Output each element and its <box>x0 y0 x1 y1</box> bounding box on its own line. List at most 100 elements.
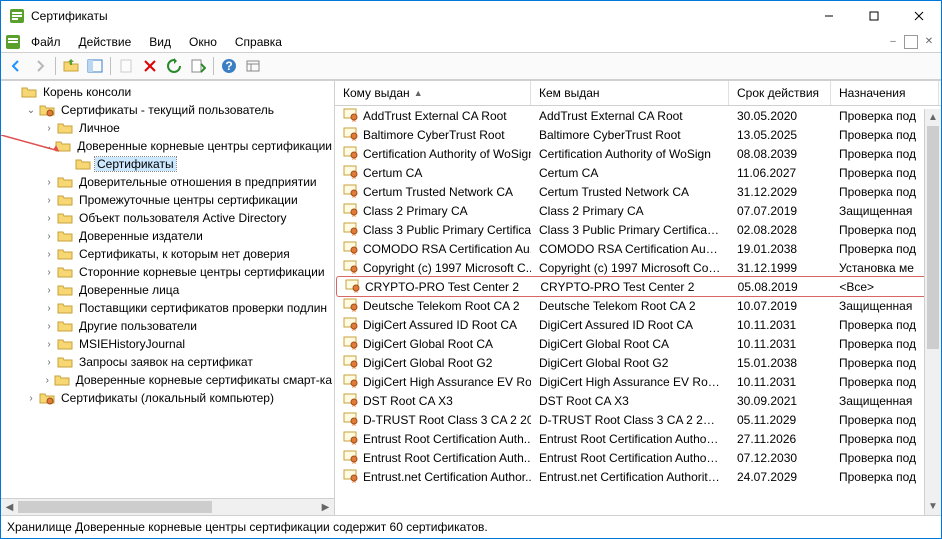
menu-action[interactable]: Действие <box>71 33 140 51</box>
tree-third-party[interactable]: ›Сторонние корневые центры сертификации <box>1 263 334 281</box>
cell-purposes: Проверка под <box>831 109 939 123</box>
tree-enterprise-trust[interactable]: ›Доверительные отношения в предприятии <box>1 173 334 191</box>
options-button[interactable] <box>242 55 264 77</box>
export-button[interactable] <box>187 55 209 77</box>
list-row[interactable]: Certification Authority of WoSignCertifi… <box>335 144 941 163</box>
cell-expires: 11.06.2027 <box>729 166 831 180</box>
cell-issued-by: Entrust Root Certification Authority <box>531 432 729 446</box>
tree-ad-user-obj[interactable]: ›Объект пользователя Active Directory <box>1 209 334 227</box>
list-row[interactable]: Class 3 Public Primary Certificat...Clas… <box>335 220 941 239</box>
close-button[interactable] <box>896 1 941 31</box>
expand-icon[interactable]: › <box>41 339 57 350</box>
scroll-thumb[interactable] <box>927 126 939 349</box>
expand-icon[interactable]: › <box>41 303 57 314</box>
tree-trusted-publishers[interactable]: ›Доверенные издатели <box>1 227 334 245</box>
back-button[interactable] <box>5 55 27 77</box>
list-row[interactable]: Certum CACertum CA11.06.2027Проверка под <box>335 163 941 182</box>
expand-icon[interactable]: ⌄ <box>23 105 39 116</box>
list-row[interactable]: Entrust Root Certification Auth...Entrus… <box>335 429 941 448</box>
expand-icon[interactable]: › <box>41 123 57 134</box>
list-row[interactable]: Entrust.net Certification Author...Entru… <box>335 467 941 486</box>
expand-icon[interactable]: ⌄ <box>41 141 55 152</box>
list-row[interactable]: Certum Trusted Network CACertum Trusted … <box>335 182 941 201</box>
col-issued-to[interactable]: Кому выдан▲ <box>335 81 531 105</box>
cert-icon <box>343 258 359 277</box>
help-button[interactable]: ? <box>218 55 240 77</box>
expand-icon[interactable]: › <box>41 375 54 386</box>
col-issued-by[interactable]: Кем выдан <box>531 81 729 105</box>
list-row[interactable]: Copyright (c) 1997 Microsoft C...Copyrig… <box>335 258 941 277</box>
list-row[interactable]: DigiCert High Assurance EV Ro...DigiCert… <box>335 372 941 391</box>
cert-icon <box>343 125 359 144</box>
expand-icon[interactable]: › <box>23 393 39 404</box>
scroll-down-icon[interactable]: ▼ <box>925 498 941 515</box>
menu-window[interactable]: Окно <box>181 33 225 51</box>
menu-file[interactable]: Файл <box>23 33 69 51</box>
tree-certs-local[interactable]: ›Сертификаты (локальный компьютер) <box>1 389 334 407</box>
expand-icon[interactable]: › <box>41 249 57 260</box>
cell-issued-to: D-TRUST Root Class 3 CA 2 2009 <box>363 413 531 427</box>
tree-personal[interactable]: ›Личное <box>1 119 334 137</box>
scroll-up-icon[interactable]: ▲ <box>925 109 941 126</box>
cell-expires: 15.01.2038 <box>729 356 831 370</box>
list-row[interactable]: DST Root CA X3DST Root CA X330.09.2021За… <box>335 391 941 410</box>
expand-icon[interactable]: › <box>41 321 57 332</box>
list-row[interactable]: DigiCert Assured ID Root CADigiCert Assu… <box>335 315 941 334</box>
list-row[interactable]: Class 2 Primary CAClass 2 Primary CA07.0… <box>335 201 941 220</box>
cell-issued-to: DigiCert Assured ID Root CA <box>363 318 517 332</box>
cell-issued-by: Deutsche Telekom Root CA 2 <box>531 299 729 313</box>
tree-horizontal-scrollbar[interactable]: ◀ ▶ <box>1 498 334 515</box>
show-hide-tree-button[interactable] <box>84 55 106 77</box>
expand-icon[interactable]: › <box>41 231 57 242</box>
mdi-minimize-button[interactable]: – <box>885 34 901 50</box>
cell-issued-to: Class 3 Public Primary Certificat... <box>363 223 531 237</box>
expand-icon[interactable]: › <box>41 285 57 296</box>
forward-button[interactable] <box>29 55 51 77</box>
col-purposes[interactable]: Назначения <box>831 81 939 105</box>
maximize-button[interactable] <box>851 1 896 31</box>
content-panes: Корень консоли⌄Сертификаты - текущий пол… <box>1 80 941 516</box>
expand-icon[interactable]: › <box>41 177 57 188</box>
list-row[interactable]: Baltimore CyberTrust RootBaltimore Cyber… <box>335 125 941 144</box>
menu-help[interactable]: Справка <box>227 33 290 51</box>
minimize-button[interactable] <box>806 1 851 31</box>
list-pane[interactable]: Кому выдан▲ Кем выдан Срок действия Назн… <box>335 81 941 515</box>
refresh-button[interactable] <box>163 55 185 77</box>
up-button[interactable] <box>60 55 82 77</box>
expand-icon[interactable]: › <box>41 357 57 368</box>
list-row[interactable]: CRYPTO-PRO Test Center 2CRYPTO-PRO Test … <box>337 277 939 296</box>
tree-other-users[interactable]: ›Другие пользователи <box>1 317 334 335</box>
list-row[interactable]: D-TRUST Root Class 3 CA 2 2009D-TRUST Ro… <box>335 410 941 429</box>
tree-intermediate[interactable]: ›Промежуточные центры сертификации <box>1 191 334 209</box>
delete-button[interactable] <box>139 55 161 77</box>
list-row[interactable]: Entrust Root Certification Auth...Entrus… <box>335 448 941 467</box>
cell-issued-by: D-TRUST Root Class 3 CA 2 2009 <box>531 413 729 427</box>
list-row[interactable]: COMODO RSA Certification Au...COMODO RSA… <box>335 239 941 258</box>
menu-view[interactable]: Вид <box>141 33 179 51</box>
cert-icon <box>343 429 359 448</box>
list-vertical-scrollbar[interactable]: ▲ ▼ <box>924 109 941 515</box>
tree-msie[interactable]: ›MSIEHistoryJournal <box>1 335 334 353</box>
col-expires[interactable]: Срок действия <box>729 81 831 105</box>
expand-icon[interactable]: › <box>41 267 57 278</box>
mdi-restore-button[interactable] <box>903 34 919 50</box>
list-row[interactable]: DigiCert Global Root CADigiCert Global R… <box>335 334 941 353</box>
tree-cert-requests[interactable]: ›Запросы заявок на сертификат <box>1 353 334 371</box>
list-row[interactable]: AddTrust External CA RootAddTrust Extern… <box>335 106 941 125</box>
tree-smartcard[interactable]: ›Доверенные корневые сертификаты смарт-к… <box>1 371 334 389</box>
mdi-close-button[interactable]: ✕ <box>921 34 937 50</box>
expand-icon[interactable]: › <box>41 213 57 224</box>
tree-pane[interactable]: Корень консоли⌄Сертификаты - текущий пол… <box>1 81 335 515</box>
expand-icon[interactable]: › <box>41 195 57 206</box>
tree-certificates[interactable]: Сертификаты <box>1 155 334 173</box>
cert-icon <box>343 296 359 315</box>
tree-trusted-people[interactable]: ›Доверенные лица <box>1 281 334 299</box>
list-row[interactable]: DigiCert Global Root G2DigiCert Global R… <box>335 353 941 372</box>
tree-untrusted[interactable]: ›Сертификаты, к которым нет доверия <box>1 245 334 263</box>
tree-root[interactable]: Корень консоли <box>1 83 334 101</box>
tree-certs-user[interactable]: ⌄Сертификаты - текущий пользователь <box>1 101 334 119</box>
list-row[interactable]: Deutsche Telekom Root CA 2Deutsche Telek… <box>335 296 941 315</box>
tree-auth-providers[interactable]: ›Поставщики сертификатов проверки подлин <box>1 299 334 317</box>
tree-trusted-root[interactable]: ⌄Доверенные корневые центры сертификации <box>1 137 334 155</box>
cut-button[interactable] <box>115 55 137 77</box>
